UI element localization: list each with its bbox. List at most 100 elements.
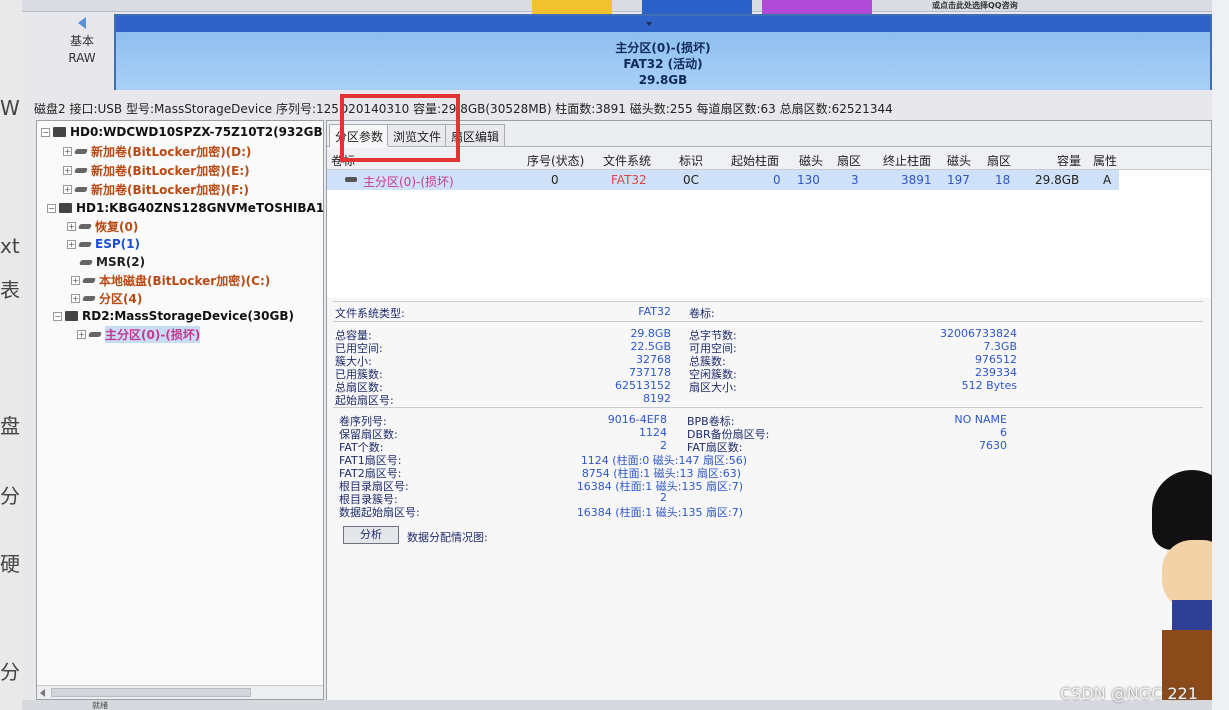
- expand-icon[interactable]: +: [67, 221, 76, 231]
- cell-start-cyl: 0: [773, 173, 781, 187]
- cell-end-cyl: 3891: [901, 173, 932, 187]
- outer-fragment: 表: [0, 278, 20, 302]
- tree-item-msr[interactable]: MSR(2): [79, 253, 146, 271]
- fs-type-label: 文件系统类型:: [335, 307, 405, 320]
- volume-icon: [82, 277, 96, 283]
- tree-item-recovery[interactable]: + 恢复(0): [67, 217, 138, 235]
- outer-fragment: 盘: [0, 414, 20, 438]
- outer-fragment: 分: [0, 484, 20, 508]
- column-header[interactable]: 属性: [1093, 152, 1117, 169]
- partition-table: 卷标 序号(状态) 文件系统 标识 起始柱面 磁头 扇区 终止柱面 磁头 扇区 …: [327, 148, 1211, 298]
- volume-icon: [345, 177, 357, 182]
- volume-icon: [74, 167, 88, 173]
- detail-key: 数据起始扇区号:: [339, 506, 420, 519]
- expand-icon[interactable]: +: [67, 239, 76, 249]
- tree-item-f[interactable]: + 新加卷(BitLocker加密)(F:): [63, 180, 249, 198]
- disk-info-line: 磁盘2 接口:USB 型号:MassStorageDevice 序列号:125D…: [34, 102, 893, 116]
- detail-value: 737178: [629, 366, 671, 379]
- column-header[interactable]: 标识: [679, 152, 703, 169]
- collapse-icon[interactable]: −: [47, 203, 56, 213]
- volume-icon: [78, 223, 92, 229]
- ad-banner[interactable]: [642, 0, 752, 14]
- outer-fragment: 分: [0, 660, 20, 684]
- scroll-left-icon[interactable]: [40, 689, 45, 697]
- tree-item-c[interactable]: + 本地磁盘(BitLocker加密)(C:): [71, 271, 270, 289]
- detail-value: NO NAME: [954, 413, 1007, 426]
- hard-disk-icon: [59, 203, 72, 213]
- divider: [333, 407, 1203, 408]
- volume-icon: [82, 295, 96, 301]
- column-header[interactable]: 磁头: [947, 152, 971, 169]
- detail-value: 62513152: [615, 379, 671, 392]
- tree-item-label: ESP(1): [95, 237, 140, 251]
- volume-icon: [74, 148, 88, 154]
- toolbar: 或点击此处选择QQ咨询: [22, 0, 1212, 14]
- expand-icon[interactable]: +: [63, 165, 72, 175]
- ad-banner[interactable]: [762, 0, 872, 14]
- detail-value: 8192: [643, 392, 671, 405]
- tree-item-label: 新加卷(BitLocker加密)(F:): [91, 182, 249, 197]
- caret-down-icon: [646, 22, 652, 26]
- tree-item-rd2[interactable]: − RD2:MassStorageDevice(30GB): [53, 307, 294, 325]
- tree-item-e[interactable]: + 新加卷(BitLocker加密)(E:): [63, 161, 250, 179]
- partition-bar-header: [116, 16, 1210, 32]
- outer-fragment: xt: [0, 234, 20, 258]
- column-header[interactable]: 扇区: [837, 152, 861, 169]
- distribution-label: 数据分配情况图:: [407, 531, 488, 544]
- column-header[interactable]: 起始柱面: [731, 152, 779, 169]
- analyze-button[interactable]: 分析: [343, 526, 399, 544]
- ad-banner[interactable]: [532, 0, 612, 14]
- annotation-highlight-box: [340, 94, 460, 162]
- scrollbar-thumb[interactable]: [51, 688, 251, 697]
- mascot-illustration: [1142, 470, 1212, 710]
- collapse-icon[interactable]: −: [41, 127, 50, 137]
- cell-id: 0C: [683, 173, 700, 187]
- table-row[interactable]: 主分区(0)-(损坏) 0 FAT32 0C 0 130 3 3891 197 …: [327, 170, 1119, 190]
- disk-type-label: 基本: [69, 34, 94, 48]
- outer-fragment: 硬: [0, 552, 20, 576]
- expand-icon[interactable]: +: [71, 293, 80, 303]
- tree-item-esp[interactable]: + ESP(1): [67, 235, 140, 253]
- prev-disk-icon[interactable]: [78, 17, 86, 29]
- tree-item-label: 主分区(0)-(损坏): [105, 325, 201, 343]
- detail-value: 6: [1000, 426, 1007, 439]
- tree-item-label: 分区(4): [99, 291, 143, 306]
- horizontal-scrollbar[interactable]: [37, 685, 323, 699]
- tree-item-partition4[interactable]: + 分区(4): [71, 289, 142, 307]
- volume-icon: [74, 186, 88, 192]
- cell-capacity: 29.8GB: [1035, 173, 1080, 187]
- detail-value: 2: [660, 491, 667, 504]
- expand-icon[interactable]: +: [63, 146, 72, 156]
- divider: [333, 321, 1203, 322]
- detail-value: 9016-4EF8: [607, 413, 667, 426]
- column-header[interactable]: 终止柱面: [883, 152, 931, 169]
- detail-value: 239334: [975, 366, 1017, 379]
- detail-value: 29.8GB: [630, 327, 671, 340]
- expand-icon[interactable]: +: [63, 184, 72, 194]
- ad-hint[interactable]: 或点击此处选择QQ咨询: [932, 0, 1018, 11]
- detail-value: 2: [660, 439, 667, 452]
- tree-item-damaged-partition[interactable]: + 主分区(0)-(损坏): [77, 325, 201, 343]
- tree-item-hd0[interactable]: − HD0:WDCWD10SPZX-75Z10T2(932GB: [41, 123, 323, 141]
- column-header[interactable]: 容量: [1057, 152, 1081, 169]
- detail-value: 7.3GB: [983, 340, 1017, 353]
- volume-label-label: 卷标:: [689, 307, 715, 320]
- tree-item-d[interactable]: + 新加卷(BitLocker加密)(D:): [63, 142, 251, 160]
- tree-item-label: MSR(2): [96, 255, 146, 269]
- collapse-icon[interactable]: −: [53, 311, 62, 321]
- tree-item-label: HD1:KBG40ZNS128GNVMeTOSHIBA1:: [76, 201, 324, 215]
- partition-block[interactable]: 主分区(0)-(损坏) FAT32 (活动) 29.8GB: [116, 32, 1210, 90]
- tree-item-hd1[interactable]: − HD1:KBG40ZNS128GNVMeTOSHIBA1:: [47, 199, 324, 217]
- cell-end-head: 197: [947, 173, 970, 187]
- column-header[interactable]: 序号(状态): [527, 152, 584, 169]
- column-header[interactable]: 扇区: [987, 152, 1011, 169]
- partition-bar[interactable]: 主分区(0)-(损坏) FAT32 (活动) 29.8GB: [114, 14, 1212, 90]
- outer-left-strip: W xt 表 盘 分 硬 分: [0, 0, 22, 710]
- expand-icon[interactable]: +: [71, 275, 80, 285]
- column-header[interactable]: 磁头: [799, 152, 823, 169]
- expand-icon[interactable]: +: [77, 329, 86, 339]
- hard-disk-icon: [53, 127, 66, 137]
- cell-label: 主分区(0)-(损坏): [363, 175, 454, 189]
- cell-fs: FAT32: [611, 173, 647, 187]
- column-header[interactable]: 文件系统: [603, 152, 651, 169]
